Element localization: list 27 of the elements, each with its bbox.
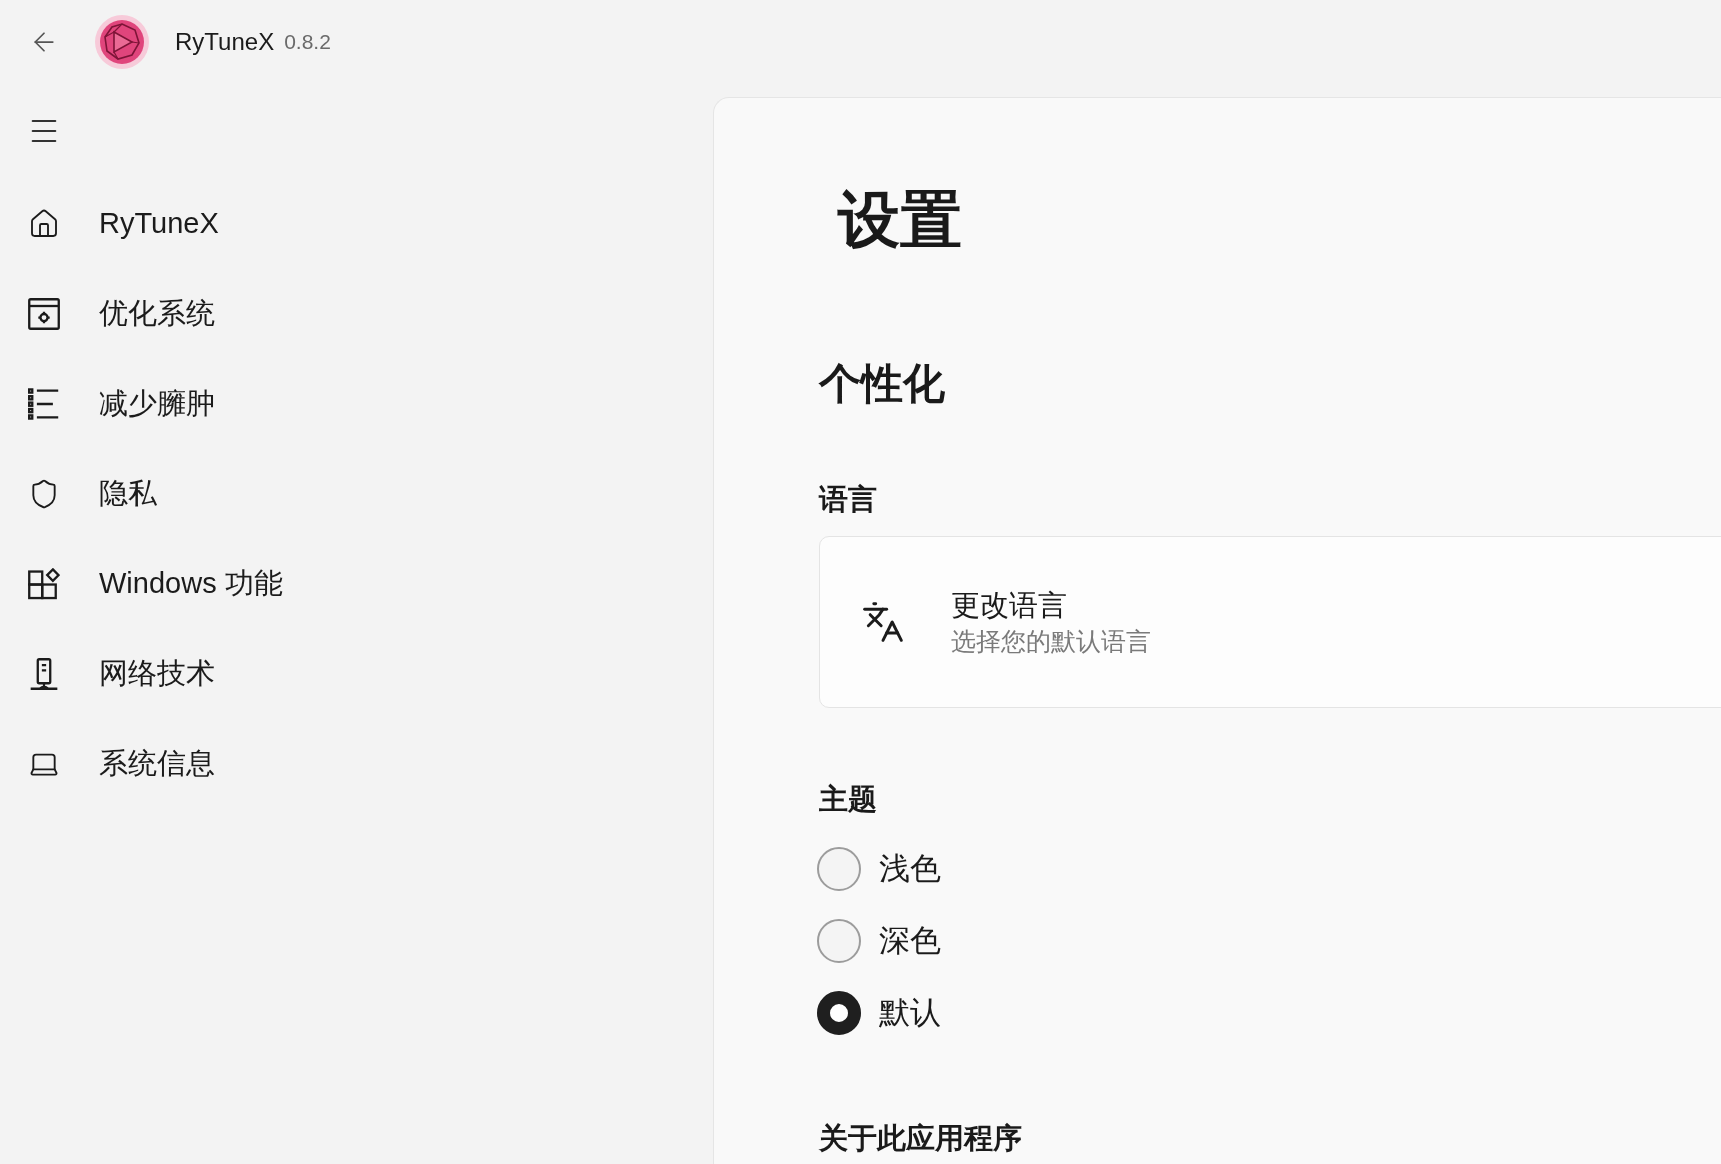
nav-item[interactable]: 网络技术 (8, 634, 235, 714)
theme-radio[interactable]: 浅色 (819, 837, 949, 901)
nav-item[interactable]: RyTuneX (8, 184, 239, 264)
theme-radio[interactable]: 深色 (819, 909, 949, 973)
device-tower-icon (28, 658, 60, 690)
nav-item[interactable]: 隐私 (8, 454, 177, 534)
language-heading: 语言 (819, 482, 877, 517)
theme-heading: 主题 (819, 782, 877, 817)
nav-item[interactable]: Windows 功能 (8, 544, 303, 624)
language-settings-card[interactable]: 更改语言 选择您的默认语言 (819, 536, 1721, 708)
language-icon (861, 600, 905, 644)
card-title: 更改语言 (951, 588, 1068, 623)
theme-radio[interactable]: 默认 (819, 981, 949, 1045)
nav-item[interactable]: 减少臃肿 (8, 364, 235, 444)
nav-item[interactable]: 系统信息 (8, 724, 235, 804)
app-version: 0.8.2 (284, 29, 331, 56)
section-title: 个性化 (819, 359, 945, 409)
window-gear-icon (28, 298, 60, 330)
about-heading: 关于此应用程序 (819, 1121, 1022, 1156)
apps-icon (28, 568, 60, 600)
page-title: 设置 (838, 184, 962, 256)
nav-item[interactable]: 优化系统 (8, 274, 235, 354)
home-icon (28, 208, 60, 240)
list-icon (28, 388, 60, 420)
app-name: RyTuneX (175, 27, 275, 57)
card-description: 选择您的默认语言 (951, 626, 1151, 657)
app-logo (94, 14, 150, 70)
